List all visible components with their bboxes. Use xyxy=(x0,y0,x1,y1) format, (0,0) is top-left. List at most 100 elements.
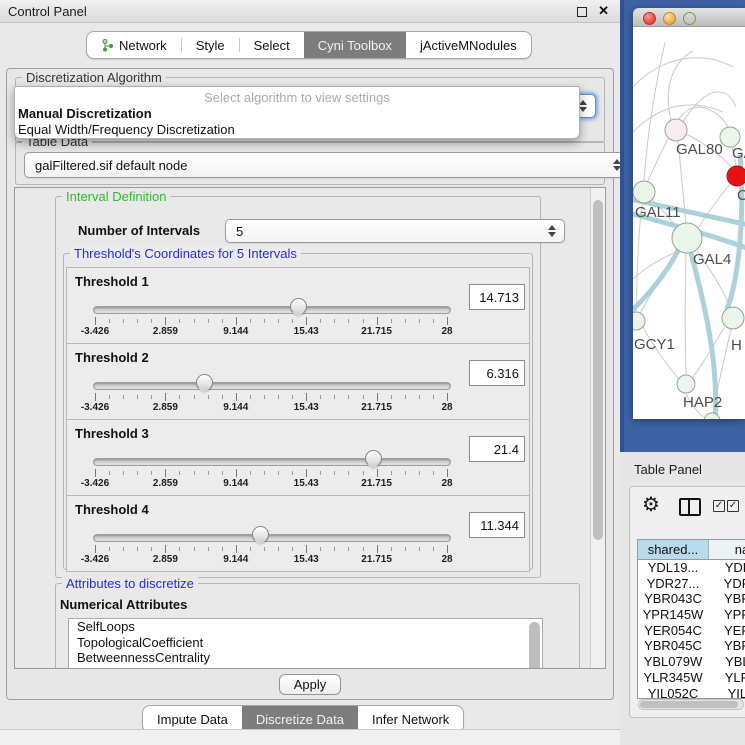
settings-vertical-scrollbar[interactable] xyxy=(590,188,605,668)
float-window-icon[interactable] xyxy=(577,7,587,17)
axis-tick-label: 9.144 xyxy=(223,326,248,337)
list-item[interactable]: SelfLoops xyxy=(69,619,542,635)
tab-label: jActiveMNodules xyxy=(420,38,517,53)
table-row[interactable]: YBR045CYBR0 xyxy=(638,638,745,654)
attributes-scrollbar-thumb[interactable] xyxy=(529,622,540,669)
tick-mark xyxy=(179,547,180,551)
tab-cyni-toolbox[interactable]: Cyni Toolbox xyxy=(304,32,406,58)
tick-mark xyxy=(179,319,180,323)
table-row[interactable]: YLR345WYLR3 xyxy=(638,670,745,686)
gear-icon[interactable]: ⚙ xyxy=(642,495,660,515)
threshold-label: Threshold 4 xyxy=(75,502,149,517)
tick-mark xyxy=(433,471,434,475)
network-edge xyxy=(685,253,686,375)
axis-tick-label: -3.426 xyxy=(81,554,109,565)
table-scrollbar-thumb[interactable] xyxy=(640,701,738,708)
tick-mark xyxy=(377,393,378,401)
network-node-gal80[interactable] xyxy=(665,119,687,141)
tick-mark xyxy=(320,547,321,551)
threshold-box: Threshold 4-3.4262.8599.14415.4321.71528… xyxy=(66,495,530,572)
tab-label: Select xyxy=(254,38,290,53)
tab-select[interactable]: Select xyxy=(240,32,304,58)
control-panel-titlebar: Control Panel ✕ xyxy=(0,0,620,23)
slider-thumb[interactable] xyxy=(365,450,382,467)
threshold-list: Threshold 1-3.4262.8599.14415.4321.71528… xyxy=(64,267,532,572)
threshold-value-field[interactable]: 11.344 xyxy=(469,512,525,538)
checkbox-icon[interactable]: ✓ xyxy=(727,500,739,512)
tick-mark xyxy=(194,471,195,475)
tab-network[interactable]: Network xyxy=(87,32,181,58)
tab-label: Discretize Data xyxy=(256,712,344,727)
slider-track[interactable] xyxy=(93,458,451,466)
node-label: GA xyxy=(732,145,745,162)
minimize-traffic-light-icon[interactable] xyxy=(663,12,676,25)
menu-item-equal-width-frequency[interactable]: Equal Width/Frequency Discretization xyxy=(18,122,235,137)
table-row[interactable]: YIL052CYIL0 xyxy=(638,686,745,699)
axis-tick-label: -3.426 xyxy=(81,402,109,413)
network-node-ga[interactable] xyxy=(720,127,740,147)
table-cell: YPR145W xyxy=(638,607,708,623)
list-item[interactable]: BetweennessCentrality xyxy=(69,650,542,666)
checkbox-icon[interactable]: ✓ xyxy=(713,500,725,512)
table-data-select[interactable]: galFiltered.sif default node xyxy=(24,152,630,178)
table-row[interactable]: YPR145WYPR1 xyxy=(638,607,745,623)
column-header[interactable]: na xyxy=(709,540,745,559)
table-row[interactable]: YDL19...YDL1 xyxy=(638,560,745,576)
cyni-toolbox-panel: Discretization Algorithm Table Data galF… xyxy=(6,68,614,700)
table-row[interactable]: YBR043CYBR0 xyxy=(638,591,745,607)
table-horizontal-scrollbar[interactable] xyxy=(638,699,744,710)
tick-mark xyxy=(109,547,110,551)
tick-mark xyxy=(447,393,448,401)
slider-track[interactable] xyxy=(93,534,451,542)
column-header[interactable]: shared... xyxy=(638,540,709,559)
tick-mark xyxy=(222,319,223,323)
split-view-icon[interactable] xyxy=(679,498,701,516)
menu-item-manual-discretization[interactable]: Manual Discretization xyxy=(18,106,152,121)
table-data-value: galFiltered.sif default node xyxy=(35,158,187,173)
top-tab-bar: NetworkStyle Select Cyni Toolbox jActiveMNo… xyxy=(86,31,532,59)
tick-mark xyxy=(109,471,110,475)
numerical-attributes-list[interactable]: SelfLoopsTopologicalCoefficientBetweenne… xyxy=(68,618,543,669)
table-cell: YBR045C xyxy=(638,638,708,654)
threshold-value-field[interactable]: 21.4 xyxy=(469,436,525,462)
threshold-value-field[interactable]: 14.713 xyxy=(469,284,525,310)
tick-mark xyxy=(95,393,96,401)
slider-thumb[interactable] xyxy=(196,374,213,391)
network-node-gal11[interactable] xyxy=(633,181,655,203)
slider-track[interactable] xyxy=(93,382,451,390)
tick-mark xyxy=(222,471,223,475)
algorithm-placeholder-item: Select algorithm to view settings xyxy=(15,90,579,105)
network-canvas[interactable]: GAL80GACGAL11GAL4GCY1HHAP2 xyxy=(633,27,745,419)
close-traffic-light-icon[interactable] xyxy=(643,12,656,25)
network-edge xyxy=(633,247,680,313)
network-node-gal4[interactable] xyxy=(672,223,702,253)
number-of-intervals-value: 5 xyxy=(236,224,243,239)
number-of-intervals-select[interactable]: 5 xyxy=(225,219,565,243)
network-node-h[interactable] xyxy=(722,307,744,329)
interval-definition-title: Interval Definition xyxy=(62,189,170,204)
table-cell: YBR0 xyxy=(708,591,745,607)
tab-jactivemnodules[interactable]: jActiveMNodules xyxy=(406,32,531,58)
slider-track[interactable] xyxy=(93,306,451,314)
close-icon[interactable]: ✕ xyxy=(598,3,609,19)
tick-mark xyxy=(391,547,392,551)
slider-axis-labels: -3.4262.8599.14415.4321.71528 xyxy=(95,402,447,414)
node-label: GCY1 xyxy=(634,336,675,353)
network-node-hap2[interactable] xyxy=(677,375,695,393)
table-row[interactable]: YBL079WYBL0 xyxy=(638,654,745,670)
threshold-value-field[interactable]: 6.316 xyxy=(469,360,525,386)
axis-tick-label: 2.859 xyxy=(153,478,178,489)
tick-mark xyxy=(179,395,180,399)
settings-viewport: Interval Definition Number of Intervals … xyxy=(14,187,606,669)
list-item[interactable]: TopologicalCoefficient xyxy=(69,635,542,651)
table-row[interactable]: YDR27...YDR2 xyxy=(638,576,745,592)
tick-mark xyxy=(306,545,307,553)
apply-button[interactable]: Apply xyxy=(279,674,342,695)
tab-style[interactable]: Style xyxy=(182,32,239,58)
settings-scrollbar-thumb[interactable] xyxy=(593,200,603,540)
network-node-c[interactable] xyxy=(727,166,745,186)
tick-mark xyxy=(433,319,434,323)
zoom-traffic-light-icon[interactable] xyxy=(683,12,696,25)
table-row[interactable]: YER054CYER0 xyxy=(638,623,745,639)
tick-mark xyxy=(419,319,420,323)
